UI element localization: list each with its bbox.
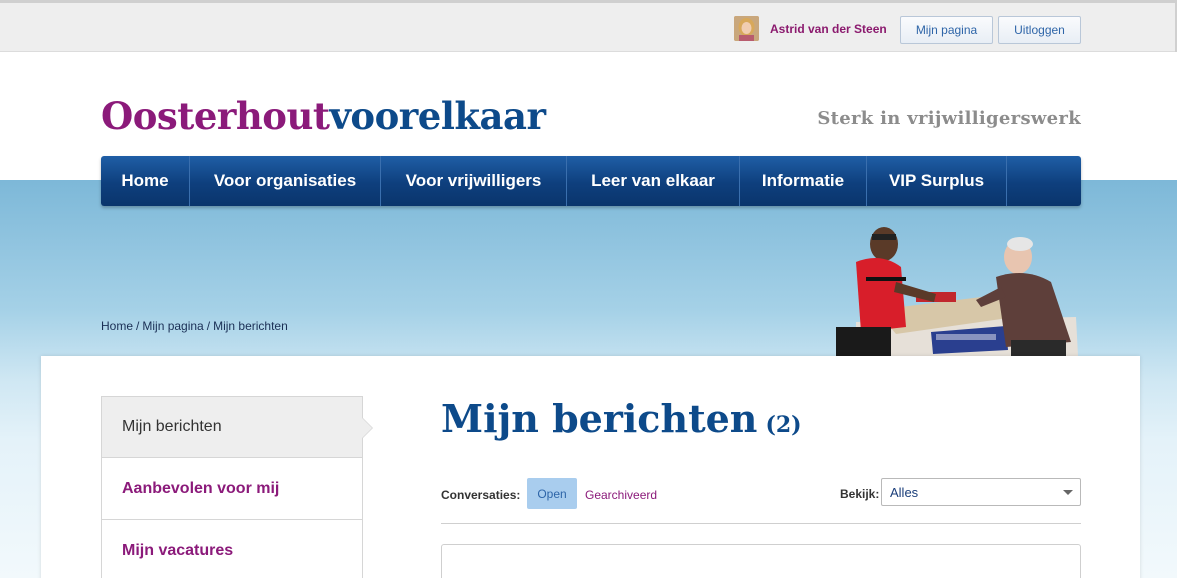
view-label: Bekijk: (840, 487, 880, 501)
sidebar-item-mijn-vacatures[interactable]: Mijn vacatures (101, 520, 363, 578)
main-navigation: Home Voor organisaties Voor vrijwilliger… (101, 156, 1081, 206)
hero-photo (826, 222, 1078, 356)
nav-item-vip-surplus[interactable]: VIP Surplus (867, 156, 1007, 206)
sidebar-item-mijn-berichten[interactable]: Mijn berichten (101, 396, 373, 458)
message-list (441, 544, 1081, 578)
message-count: (2) (765, 412, 802, 438)
chevron-down-icon (1063, 490, 1073, 495)
breadcrumb-mijn-pagina[interactable]: Mijn pagina (142, 319, 203, 333)
sidebar-item-label: Aanbevolen voor mij (122, 479, 280, 497)
logout-button[interactable]: Uitloggen (998, 16, 1081, 44)
breadcrumb-separator: / (136, 319, 140, 333)
tab-open[interactable]: Open (527, 478, 577, 509)
sidebar-item-label: Mijn vacatures (122, 541, 234, 559)
page-title: Mijn berichten (2) (441, 396, 802, 441)
view-select-value: Alles (890, 484, 919, 500)
nav-item-leer-van-elkaar[interactable]: Leer van elkaar (567, 156, 740, 206)
content-panel: Mijn berichten Aanbevolen voor mij Mijn … (41, 356, 1140, 578)
tab-archived[interactable]: Gearchiveerd (585, 488, 657, 502)
user-name[interactable]: Astrid van der Steen (770, 22, 887, 36)
user-avatar[interactable] (734, 16, 759, 41)
logo-part-voorelkaar: voorelkaar (329, 94, 546, 138)
conversations-label: Conversaties: (441, 488, 521, 502)
breadcrumb-current: Mijn berichten (213, 319, 288, 333)
breadcrumb-home[interactable]: Home (101, 319, 133, 333)
view-select[interactable]: Alles (881, 478, 1081, 506)
user-bar: Astrid van der Steen Mijn pagina Uitlogg… (0, 0, 1177, 52)
breadcrumb-separator: / (206, 319, 211, 333)
logo-part-oosterhout: Oosterhout (101, 94, 330, 138)
site-tagline: Sterk in vrijwilligerswerk (817, 108, 1081, 129)
nav-item-voor-organisaties[interactable]: Voor organisaties (190, 156, 381, 206)
my-page-button[interactable]: Mijn pagina (900, 16, 993, 44)
sidebar-menu: Mijn berichten Aanbevolen voor mij Mijn … (101, 396, 373, 578)
nav-item-home[interactable]: Home (101, 156, 190, 206)
sidebar-item-aanbevolen-voor-mij[interactable]: Aanbevolen voor mij (101, 458, 363, 520)
site-logo[interactable]: Oosterhoutvoorelkaar (101, 94, 546, 138)
nav-item-voor-vrijwilligers[interactable]: Voor vrijwilligers (381, 156, 567, 206)
nav-item-informatie[interactable]: Informatie (740, 156, 867, 206)
conversation-filters: Conversaties: Open Gearchiveerd Bekijk: … (441, 478, 1081, 524)
breadcrumb: Home / Mijn pagina / Mijn berichten (101, 319, 288, 333)
page-title-text: Mijn berichten (441, 396, 758, 441)
sidebar-item-label: Mijn berichten (122, 418, 222, 435)
